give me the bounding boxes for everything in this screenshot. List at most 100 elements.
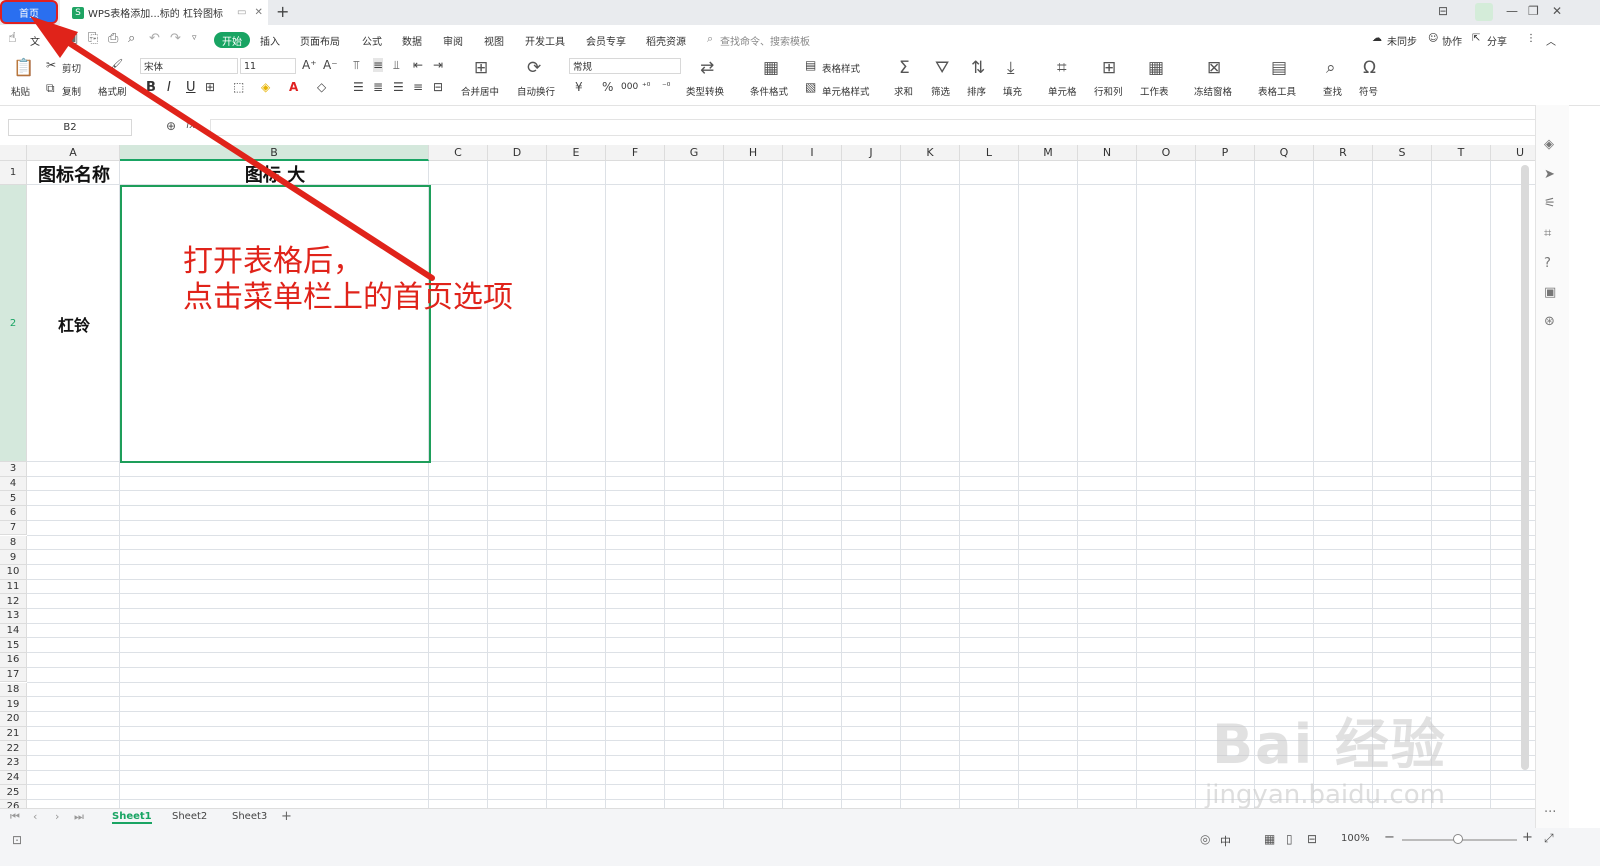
name-box[interactable]: B2 <box>8 119 132 136</box>
column-header-m[interactable]: M <box>1019 145 1078 161</box>
column-header-q[interactable]: Q <box>1255 145 1314 161</box>
column-header-a[interactable]: A <box>27 145 120 161</box>
clear-icon[interactable]: ◇ <box>317 80 326 94</box>
row-header-6[interactable]: 6 <box>0 506 27 521</box>
more-icon[interactable]: ⋮ <box>1526 33 1536 44</box>
font-size-select[interactable]: 11 <box>240 58 296 74</box>
minimize-button[interactable]: — <box>1506 4 1518 18</box>
row-header-3[interactable]: 3 <box>0 462 27 477</box>
image-panel-icon[interactable]: ▣ <box>1544 285 1556 300</box>
cell-fill-icon[interactable]: ⬚ <box>233 80 244 94</box>
prev-sheet-icon[interactable]: ‹ <box>33 810 37 823</box>
menu-page-layout[interactable]: 页面布局 <box>300 33 340 48</box>
row-header-20[interactable]: 20 <box>0 711 27 727</box>
type-convert-button[interactable]: 类型转换 <box>686 84 724 98</box>
column-header-g[interactable]: G <box>665 145 724 161</box>
location-panel-icon[interactable]: ⊛ <box>1544 314 1555 329</box>
row-header-18[interactable]: 18 <box>0 682 27 698</box>
fill-color-icon[interactable]: ◈ <box>261 80 270 94</box>
zoom-out-icon[interactable]: − <box>1384 830 1395 845</box>
row-header-16[interactable]: 16 <box>0 653 27 668</box>
table-tools-button[interactable]: 表格工具 <box>1258 84 1296 98</box>
vertical-scrollbar[interactable] <box>1521 165 1529 770</box>
column-header-p[interactable]: P <box>1196 145 1255 161</box>
new-tab-button[interactable]: + <box>276 2 289 21</box>
row-header-15[interactable]: 15 <box>0 638 27 654</box>
align-bottom-icon[interactable]: ⫫ <box>393 58 400 73</box>
menu-data[interactable]: 数据 <box>402 33 422 48</box>
column-header-i[interactable]: I <box>783 145 842 161</box>
currency-icon[interactable]: ¥ <box>575 80 583 94</box>
page-layout-view-icon[interactable]: ▯ <box>1286 832 1293 846</box>
paste-button[interactable]: 粘贴 <box>11 84 30 98</box>
help-panel-icon[interactable]: ? <box>1544 256 1551 271</box>
row-header-1[interactable]: 1 <box>0 161 27 185</box>
add-sheet-button[interactable]: + <box>281 809 292 824</box>
row-header-22[interactable]: 22 <box>0 741 27 756</box>
row-header-9[interactable]: 9 <box>0 550 27 565</box>
cell-a1[interactable]: 图标名称 <box>28 162 120 186</box>
indent-increase-icon[interactable]: ⇥ <box>433 58 443 72</box>
align-middle-icon[interactable]: ≡ <box>373 58 384 72</box>
style-panel-icon[interactable]: ◈ <box>1544 137 1554 152</box>
formula-input[interactable] <box>210 119 1560 136</box>
row-header-8[interactable]: 8 <box>0 535 27 551</box>
column-header-n[interactable]: N <box>1078 145 1137 161</box>
italic-icon[interactable]: I <box>167 80 171 95</box>
column-header-o[interactable]: O <box>1137 145 1196 161</box>
align-right-icon[interactable]: ☰ <box>393 80 404 94</box>
row-header-12[interactable]: 12 <box>0 594 27 609</box>
row-header-10[interactable]: 10 <box>0 564 27 580</box>
print-icon[interactable]: ⎙ <box>108 31 118 46</box>
column-header-k[interactable]: K <box>901 145 960 161</box>
cell-button[interactable]: 单元格 <box>1048 84 1077 98</box>
sheet-tab-3[interactable]: Sheet3 <box>232 811 267 822</box>
normal-view-icon[interactable]: ▦ <box>1264 832 1275 846</box>
panel-more-icon[interactable]: ··· <box>1544 805 1556 820</box>
share-button[interactable]: 分享 <box>1487 33 1507 48</box>
account-avatar[interactable] <box>1475 3 1493 21</box>
document-tab[interactable]: S WPS表格添加...标的 杠铃图标 ▭ ✕ <box>60 0 268 25</box>
find-button[interactable]: 查找 <box>1323 84 1342 98</box>
eye-protect-icon[interactable]: ◎ <box>1200 832 1210 846</box>
filter-button[interactable]: 筛选 <box>931 84 950 98</box>
decrease-font-icon[interactable]: A⁻ <box>323 58 338 72</box>
format-painter-button[interactable]: 格式刷 <box>98 84 127 98</box>
undo-icon[interactable]: ↶ <box>149 31 160 46</box>
collapse-ribbon-icon[interactable]: ︿ <box>1546 33 1556 48</box>
pin-icon[interactable]: ▭ <box>237 7 246 18</box>
menu-member[interactable]: 会员专享 <box>586 33 626 48</box>
column-header-e[interactable]: E <box>547 145 606 161</box>
copy-button[interactable]: 复制 <box>62 84 81 98</box>
backup-panel-icon[interactable]: ⌗ <box>1544 226 1551 241</box>
redo-icon[interactable]: ↷ <box>170 31 181 46</box>
first-sheet-icon[interactable]: ⏮ <box>10 810 20 824</box>
indent-decrease-icon[interactable]: ⇤ <box>413 58 423 72</box>
restore-button[interactable]: ❐ <box>1528 4 1539 18</box>
decimal-increase-icon[interactable]: ⁺⁰ <box>642 82 650 92</box>
column-header-h[interactable]: H <box>724 145 783 161</box>
row-col-button[interactable]: 行和列 <box>1094 84 1123 98</box>
next-sheet-icon[interactable]: › <box>55 810 59 823</box>
menu-start[interactable]: 开始 <box>214 32 250 48</box>
thousands-icon[interactable]: 000 <box>621 82 638 92</box>
percent-icon[interactable]: % <box>602 80 613 94</box>
close-window-button[interactable]: ✕ <box>1552 4 1562 18</box>
freeze-button[interactable]: 冻结窗格 <box>1194 84 1232 98</box>
menu-developer[interactable]: 开发工具 <box>525 33 565 48</box>
menu-docer[interactable]: 稻壳资源 <box>646 33 686 48</box>
justify-icon[interactable]: ≡ <box>413 80 423 94</box>
cell-b1[interactable]: 图标 大 <box>121 162 429 186</box>
sort-button[interactable]: 排序 <box>967 84 986 98</box>
row-header-25[interactable]: 25 <box>0 785 27 801</box>
property-panel-icon[interactable]: ⚟ <box>1544 196 1556 211</box>
sheet-tab-2[interactable]: Sheet2 <box>172 811 207 822</box>
cut-button[interactable]: 剪切 <box>62 61 81 75</box>
column-header-s[interactable]: S <box>1373 145 1432 161</box>
row-header-14[interactable]: 14 <box>0 623 27 639</box>
sum-button[interactable]: 求和 <box>894 84 913 98</box>
column-header-f[interactable]: F <box>606 145 665 161</box>
fx-button[interactable]: fx <box>186 120 195 131</box>
conditional-format-button[interactable]: 条件格式 <box>750 84 788 98</box>
close-tab-icon[interactable]: ✕ <box>254 7 262 18</box>
